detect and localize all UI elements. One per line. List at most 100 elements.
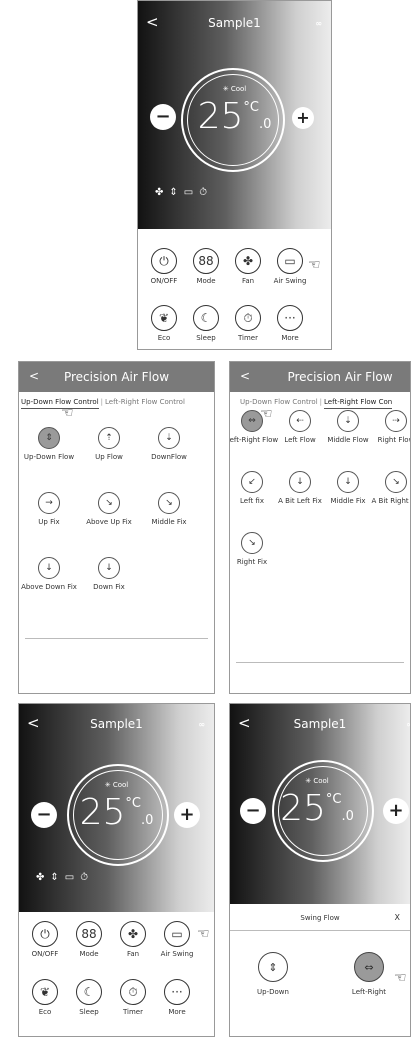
mode-grid-icon: 88 xyxy=(76,921,102,947)
close-button[interactable]: X xyxy=(395,913,400,922)
flow-option-above-down-fix[interactable]: ↓ Above Down Fix xyxy=(21,557,77,591)
flow-option-down-fix[interactable]: ↓ Down Fix xyxy=(81,557,137,591)
decrease-temperature-button[interactable]: − xyxy=(150,104,176,130)
timer-icon: ⏱ xyxy=(80,872,95,883)
pointer-hand-icon: ☜ xyxy=(61,405,74,421)
button-on-off[interactable]: ⏻ ON/OFF xyxy=(142,248,186,285)
middle-fix-lr-icon: ↓ xyxy=(337,471,359,493)
controller-panel-2: < Sample1 ∞ ✳ Cool 25°C.0 − + ✤⇕▭⏱ ⏻ ON/O… xyxy=(18,703,215,1037)
up-fix-icon: → xyxy=(38,492,60,514)
tab-updown[interactable]: Up-Down Flow Control xyxy=(240,398,318,406)
flow-option-label: Middle Fix xyxy=(330,497,366,505)
moon-icon: ☾ xyxy=(76,979,102,1005)
button-label: Fan xyxy=(241,277,255,285)
bit-right-fix-icon: ↘ xyxy=(385,471,407,493)
temperature-unit: °C xyxy=(125,796,141,811)
button-sleep[interactable]: ☾ Sleep xyxy=(184,305,228,342)
up-flow-icon: ⇡ xyxy=(98,427,120,449)
pointer-hand-icon: ☜ xyxy=(197,926,210,942)
divider xyxy=(25,638,208,639)
flow-option-label: Left Flow xyxy=(284,436,316,444)
tab-leftright[interactable]: Left-Right Flow Control xyxy=(105,398,185,406)
decrease-temperature-button[interactable]: − xyxy=(31,802,57,828)
timer-icon: ⏱ xyxy=(120,979,146,1005)
button-timer[interactable]: ⏱ Timer xyxy=(226,305,270,342)
tab-updown[interactable]: Up-Down Flow Control xyxy=(21,398,99,409)
button-label: Air Swing xyxy=(160,950,194,958)
button-on-off[interactable]: ⏻ ON/OFF xyxy=(23,921,67,958)
vent-icon: ▭ xyxy=(64,872,81,883)
back-button[interactable]: < xyxy=(240,369,250,383)
button-air-swing[interactable]: ▭ Air Swing xyxy=(155,921,199,958)
flow-option-up-fix[interactable]: → Up Fix xyxy=(21,492,77,526)
fan-icon: ✤ xyxy=(120,921,146,947)
button-sleep[interactable]: ☾ Sleep xyxy=(67,979,111,1016)
temperature-value: 25 xyxy=(197,96,244,137)
button-timer[interactable]: ⏱ Timer xyxy=(111,979,155,1016)
controller-panel-1: < Sample1 ∞ ✳ Cool 25°C.0 − + ✤⇕▭⏱ ⏻ ON/O… xyxy=(137,0,332,350)
button-mode[interactable]: 88 Mode xyxy=(184,248,228,285)
more-dots-icon: ··· xyxy=(277,305,303,331)
button-eco[interactable]: ❦ Eco xyxy=(23,979,67,1016)
increase-temperature-button[interactable]: + xyxy=(292,107,314,129)
leaf-icon: ❦ xyxy=(32,979,58,1005)
mode-label: Cool xyxy=(313,777,329,785)
flow-option-up-down-flow[interactable]: ⇕ Up-Down Flow xyxy=(21,427,77,461)
button-label: Air Swing xyxy=(273,277,307,285)
flow-option-label: Middle Fix xyxy=(151,518,187,526)
precision-airflow-updown-panel: < Precision Air Flow Up-Down Flow Contro… xyxy=(18,361,215,694)
temperature-value: 25 xyxy=(79,792,126,833)
flow-option-right-fix[interactable]: ↘ Right Fix xyxy=(230,532,280,566)
flow-option-label: Right Flow xyxy=(377,436,411,444)
flow-option-label: Down Fix xyxy=(93,583,125,591)
flow-option-label: A Bit Left Fix xyxy=(278,497,322,505)
button-more[interactable]: ··· More xyxy=(155,979,199,1016)
status-icons: ✤⇕▭⏱ xyxy=(36,872,94,883)
button-air-swing[interactable]: ▭ Air Swing xyxy=(268,248,312,285)
mode-label: Cool xyxy=(112,781,129,789)
page-title: Precision Air Flow xyxy=(63,370,170,384)
right-fix-icon: ↘ xyxy=(241,532,263,554)
updown-flow-icon: ⇕ xyxy=(258,952,288,982)
timer-icon: ⏱ xyxy=(199,187,214,198)
button-mode[interactable]: 88 Mode xyxy=(67,921,111,958)
header-bar: < Precision Air Flow xyxy=(230,362,410,392)
flow-option-right-flow[interactable]: ⇢ Right Flow xyxy=(368,410,411,444)
decrease-temperature-button[interactable]: − xyxy=(240,798,266,824)
flow-option-downflow[interactable]: ⇣ DownFlow xyxy=(141,427,197,461)
button-label: Mode xyxy=(196,277,216,285)
swing-option-up-down[interactable]: ⇕ Up-Down xyxy=(238,952,308,996)
more-options-icon[interactable]: ∞ xyxy=(406,720,410,729)
button-more[interactable]: ··· More xyxy=(268,305,312,342)
increase-temperature-button[interactable]: + xyxy=(383,798,409,824)
temperature-value: 25 xyxy=(280,788,326,829)
pointer-hand-icon: ☜ xyxy=(308,257,321,273)
button-label: Timer xyxy=(122,1008,143,1016)
mode-label: Cool xyxy=(230,85,247,93)
temperature-decimal: .0 xyxy=(341,809,354,824)
mode-grid-icon: 88 xyxy=(193,248,219,274)
tab-leftright[interactable]: Left-Right Flow Con xyxy=(324,398,393,409)
more-options-icon[interactable]: ∞ xyxy=(315,19,322,28)
flow-option-middle-fix[interactable]: ↘ Middle Fix xyxy=(141,492,197,526)
button-eco[interactable]: ❦ Eco xyxy=(142,305,186,342)
button-fan[interactable]: ✤ Fan xyxy=(226,248,270,285)
button-fan[interactable]: ✤ Fan xyxy=(111,921,155,958)
leaf-icon: ❦ xyxy=(151,305,177,331)
flow-option-above-up-fix[interactable]: ↘ Above Up Fix xyxy=(81,492,137,526)
timer-icon: ⏱ xyxy=(235,305,261,331)
flow-option-label: Left fix xyxy=(240,497,264,505)
more-options-icon[interactable]: ∞ xyxy=(198,720,205,729)
page-title: Precision Air Flow xyxy=(287,370,393,384)
device-title: Sample1 xyxy=(208,16,261,30)
swing-icon: ⇕ xyxy=(50,872,65,883)
flow-option-label: Right Fix xyxy=(236,558,268,566)
increase-temperature-button[interactable]: + xyxy=(174,802,200,828)
button-label: Eco xyxy=(38,1008,52,1016)
header-bar: < Precision Air Flow xyxy=(19,362,214,392)
device-title: Sample1 xyxy=(293,717,347,731)
flow-option-a-bit-right-fix[interactable]: ↘ A Bit Right Fix xyxy=(368,471,410,505)
flow-option-up-flow[interactable]: ⇡ Up Flow xyxy=(81,427,137,461)
button-label: Timer xyxy=(237,334,258,342)
power-icon: ⏻ xyxy=(32,921,58,947)
